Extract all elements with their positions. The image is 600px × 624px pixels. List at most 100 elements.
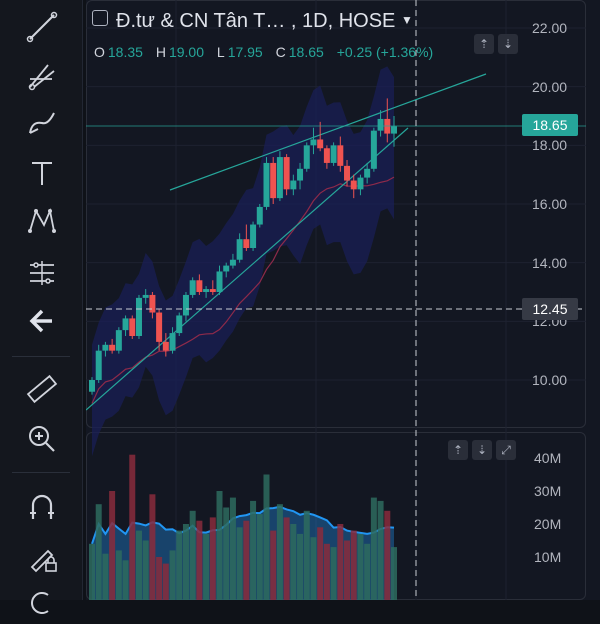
high-value: 19.00: [168, 44, 204, 60]
candle: [89, 380, 95, 392]
volume-bar: [142, 540, 149, 600]
candle: [149, 294, 156, 313]
candle: [391, 126, 397, 134]
price-axis-label: 22.00: [532, 20, 568, 36]
volume-bar: [162, 563, 169, 600]
candle: [350, 180, 357, 190]
candle: [344, 165, 351, 181]
pitchfork-icon[interactable]: [21, 54, 63, 96]
close-value: 18.65: [288, 44, 324, 60]
symbol-title[interactable]: Đ.tư & CN Tân T… , 1D, HOSE: [116, 10, 395, 32]
candle: [115, 330, 122, 351]
volume-bar: [263, 474, 270, 600]
volume-bar: [129, 454, 136, 600]
candle: [310, 139, 317, 146]
candle: [209, 289, 216, 292]
candle: [330, 145, 337, 163]
candle: [135, 297, 142, 336]
magnet-icon[interactable]: [21, 486, 63, 528]
volume-bar: [384, 510, 391, 600]
volume-bar: [303, 510, 310, 600]
price-axis-label: 18.00: [532, 137, 568, 154]
brush-icon[interactable]: [21, 102, 63, 144]
price-pane-controls: ⇡ ⇣: [474, 34, 518, 54]
volume-bar: [169, 550, 176, 600]
volume-bar: [135, 530, 142, 600]
volume-bar: [236, 527, 243, 600]
volume-bar: [370, 497, 377, 600]
volume-bar: [337, 524, 344, 600]
measure-icon[interactable]: [21, 252, 63, 294]
candle: [169, 333, 176, 351]
expand-icon[interactable]: [92, 10, 108, 26]
price-axis-label: 20.00: [532, 78, 568, 95]
low-label: L: [216, 44, 225, 60]
volume-bar: [209, 517, 216, 600]
volume-bar: [323, 543, 330, 600]
volume-axis-label: 30M: [534, 483, 562, 499]
open-value: 18.35: [107, 44, 143, 60]
volume-bar: [270, 530, 277, 600]
ruler-icon[interactable]: [21, 368, 63, 410]
high-label: H: [155, 44, 166, 60]
move-down-icon[interactable]: ⇣: [472, 440, 492, 460]
back-arrow-icon[interactable]: [21, 300, 63, 342]
candle: [323, 148, 330, 163]
candle: [196, 280, 203, 292]
open-label: O: [94, 44, 105, 60]
candle: [223, 265, 230, 272]
low-value: 17.95: [227, 44, 263, 60]
volume-bar: [95, 504, 102, 600]
candle: [109, 344, 116, 351]
caret-down-icon[interactable]: ▼: [401, 13, 413, 27]
volume-bar: [310, 537, 317, 600]
drawing-toolbar: [0, 0, 83, 614]
volume-bar: [350, 530, 357, 600]
candle: [256, 206, 263, 225]
crosshair-price-tag: 12.45: [522, 298, 578, 320]
lock-drawing-icon[interactable]: [21, 536, 63, 578]
candle: [303, 145, 310, 169]
move-down-icon[interactable]: ⇣: [498, 34, 518, 54]
candle: [263, 162, 270, 207]
volume-bar: [276, 504, 283, 600]
price-axis-label: 10.00: [532, 372, 568, 388]
last-price-tag: 18.65: [522, 114, 578, 136]
more-tools-icon[interactable]: [21, 582, 63, 624]
move-up-icon[interactable]: ⇡: [448, 440, 468, 460]
candle: [297, 168, 304, 181]
pattern-icon[interactable]: [21, 200, 63, 242]
symbol-legend[interactable]: Đ.tư & CN Tân T… , 1D, HOSE ▼: [92, 10, 413, 33]
volume-bar: [283, 517, 290, 600]
move-up-icon[interactable]: ⇡: [474, 34, 494, 54]
candle: [370, 130, 377, 169]
candle: [364, 168, 371, 178]
candle: [283, 157, 290, 190]
trend-line-icon[interactable]: [21, 6, 63, 48]
volume-bar: [256, 514, 263, 600]
volume-bar: [122, 560, 129, 600]
volume-axis-label: 40M: [534, 450, 562, 466]
candle: [142, 294, 149, 298]
candle: [236, 239, 243, 260]
candle: [377, 118, 384, 131]
volume-bar: [149, 494, 156, 600]
volume-bar: [297, 533, 304, 600]
candle: [270, 162, 277, 199]
text-icon[interactable]: [21, 152, 63, 194]
close-label: C: [275, 44, 286, 60]
volume-bar: [109, 491, 116, 600]
candle: [243, 239, 250, 248]
volume-bar: [115, 550, 122, 600]
volume-bar: [216, 491, 223, 600]
volume-bar: [102, 553, 109, 600]
zoom-in-icon[interactable]: [21, 418, 63, 460]
volume-bar: [364, 543, 371, 600]
candle: [203, 289, 210, 292]
maximize-icon[interactable]: ⤢: [496, 440, 516, 460]
volume-bar: [290, 524, 297, 600]
candle: [182, 294, 189, 316]
volume-bar: [357, 533, 364, 600]
volume-bar: [243, 520, 250, 600]
volume-pane-controls: ⇡ ⇣ ⤢: [448, 440, 516, 460]
